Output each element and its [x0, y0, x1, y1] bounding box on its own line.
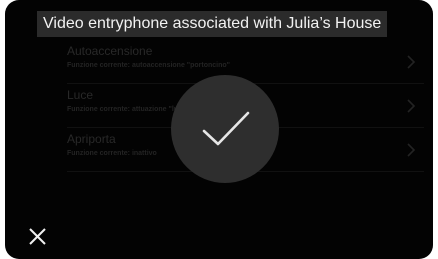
confirmation-badge — [171, 75, 279, 183]
close-icon — [29, 228, 46, 245]
checkmark-icon — [202, 111, 250, 146]
close-button[interactable] — [26, 224, 50, 248]
entryphone-screen: Autoaccensione Funzione corrente: autoac… — [5, 0, 433, 259]
confirmation-title: Video entryphone associated with Julia’s… — [37, 11, 388, 37]
